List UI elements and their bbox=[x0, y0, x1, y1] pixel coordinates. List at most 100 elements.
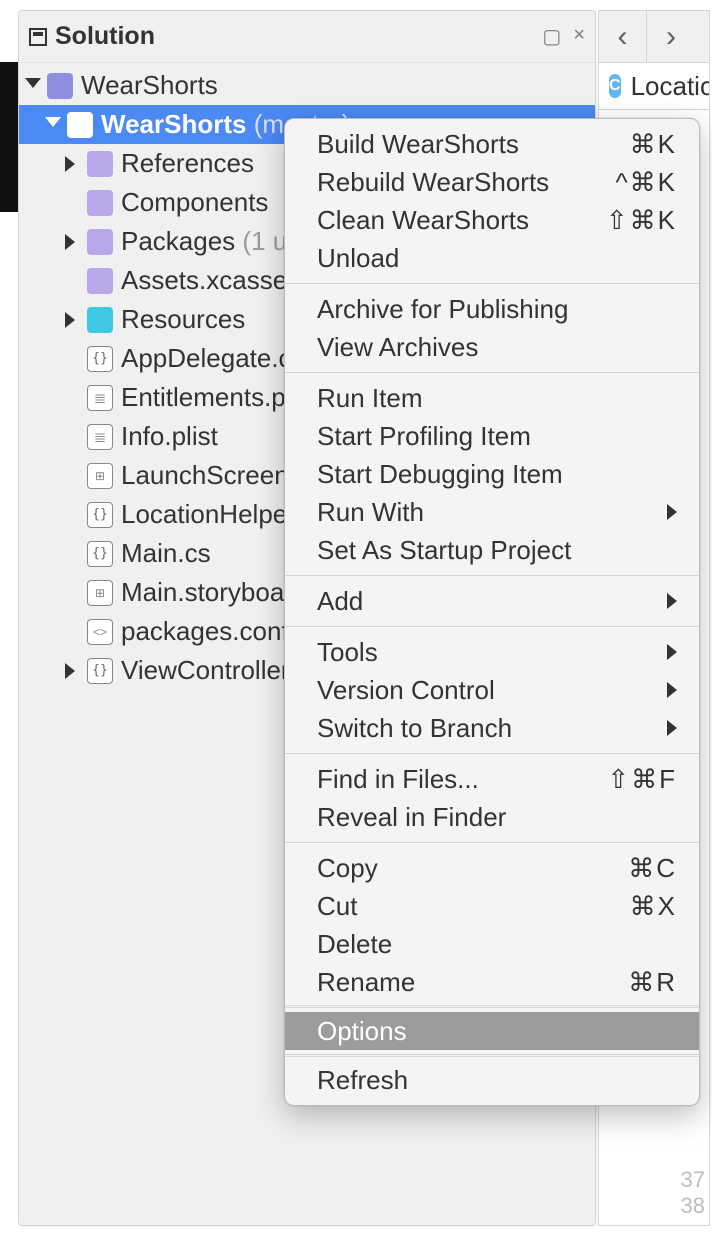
tree-item-label: Assets.xcassets bbox=[121, 265, 307, 296]
menu-item-find-in-files[interactable]: Find in Files...⇧⌘F bbox=[285, 760, 699, 798]
menu-item-cut[interactable]: Cut⌘X bbox=[285, 887, 699, 925]
menu-item-label: Add bbox=[317, 586, 657, 617]
plist-file-icon: ≣ bbox=[87, 385, 113, 411]
menu-item-add[interactable]: Add bbox=[285, 582, 699, 620]
menu-item-copy[interactable]: Copy⌘C bbox=[285, 849, 699, 887]
menu-item-view-archives[interactable]: View Archives bbox=[285, 328, 699, 366]
solution-icon bbox=[47, 73, 73, 99]
chevron-right-icon[interactable] bbox=[65, 234, 81, 250]
menu-item-reveal-in-finder[interactable]: Reveal in Finder bbox=[285, 798, 699, 836]
tree-item-label: References bbox=[121, 148, 254, 179]
menu-item-label: Version Control bbox=[317, 675, 657, 706]
menu-item-shortcut: ⌘X bbox=[630, 891, 677, 922]
panel-title: Solution bbox=[55, 22, 542, 51]
chevron-down-icon[interactable] bbox=[25, 78, 41, 94]
menu-item-shortcut: ⇧⌘K bbox=[606, 205, 677, 236]
folder-icon bbox=[87, 307, 113, 333]
menu-item-set-as-startup-project[interactable]: Set As Startup Project bbox=[285, 531, 699, 569]
menu-item-start-profiling-item[interactable]: Start Profiling Item bbox=[285, 417, 699, 455]
restore-icon[interactable]: ▢ bbox=[542, 24, 561, 49]
chevron-down-icon[interactable] bbox=[45, 117, 61, 133]
project-icon bbox=[67, 112, 93, 138]
menu-item-build-wearshorts[interactable]: Build WearShorts⌘K bbox=[285, 125, 699, 163]
menu-separator bbox=[285, 626, 699, 627]
tree-item-label: AppDelegate.cs bbox=[121, 343, 305, 374]
chevron-right-icon[interactable] bbox=[65, 663, 81, 679]
editor-breadcrumb[interactable]: C LocationHelper bbox=[598, 62, 710, 110]
menu-separator bbox=[285, 372, 699, 373]
menu-item-shortcut: ⌘K bbox=[630, 129, 677, 160]
chevron-right-icon bbox=[667, 682, 677, 698]
project-context-menu: Build WearShorts⌘KRebuild WearShorts^⌘KC… bbox=[284, 118, 700, 1106]
menu-item-label: Options bbox=[317, 1016, 677, 1047]
menu-item-label: Run Item bbox=[317, 383, 677, 414]
menu-separator bbox=[285, 753, 699, 754]
csharp-file-icon bbox=[87, 346, 113, 372]
storyboard-file-icon: ⊞ bbox=[87, 463, 113, 489]
config-file-icon: <> bbox=[87, 619, 113, 645]
editor-dark-strip bbox=[0, 62, 18, 212]
menu-item-label: Cut bbox=[317, 891, 630, 922]
menu-item-delete[interactable]: Delete bbox=[285, 925, 699, 963]
menu-item-start-debugging-item[interactable]: Start Debugging Item bbox=[285, 455, 699, 493]
menu-item-refresh[interactable]: Refresh bbox=[285, 1061, 699, 1099]
menu-item-shortcut: ⌘R bbox=[628, 967, 677, 998]
plist-file-icon: ≣ bbox=[87, 424, 113, 450]
chevron-right-icon bbox=[667, 720, 677, 736]
menu-separator bbox=[285, 1005, 699, 1008]
menu-item-clean-wearshorts[interactable]: Clean WearShorts⇧⌘K bbox=[285, 201, 699, 239]
menu-item-label: Reveal in Finder bbox=[317, 802, 677, 833]
folder-icon bbox=[87, 190, 113, 216]
line-number: 37 bbox=[681, 1167, 705, 1193]
menu-item-label: Run With bbox=[317, 497, 657, 528]
panel-icon bbox=[29, 28, 47, 46]
menu-item-run-item[interactable]: Run Item bbox=[285, 379, 699, 417]
breadcrumb-label: LocationHelper bbox=[631, 71, 710, 102]
menu-item-label: Start Profiling Item bbox=[317, 421, 677, 452]
tree-item-label: Components bbox=[121, 187, 268, 218]
chevron-right-icon bbox=[667, 644, 677, 660]
menu-item-archive-for-publishing[interactable]: Archive for Publishing bbox=[285, 290, 699, 328]
chevron-right-icon bbox=[667, 504, 677, 520]
menu-item-rename[interactable]: Rename⌘R bbox=[285, 963, 699, 1001]
menu-item-version-control[interactable]: Version Control bbox=[285, 671, 699, 709]
menu-item-label: Delete bbox=[317, 929, 677, 960]
menu-item-options[interactable]: Options bbox=[285, 1012, 699, 1050]
csharp-file-icon bbox=[87, 502, 113, 528]
menu-item-label: Archive for Publishing bbox=[317, 294, 677, 325]
nav-forward-button[interactable]: › bbox=[647, 11, 695, 62]
menu-item-shortcut: ^⌘K bbox=[615, 167, 677, 198]
tree-item-label: Main.storyboard bbox=[121, 577, 307, 608]
menu-item-label: Tools bbox=[317, 637, 657, 668]
menu-item-run-with[interactable]: Run With bbox=[285, 493, 699, 531]
nav-back-button[interactable]: ‹ bbox=[599, 11, 647, 62]
chevron-right-icon[interactable] bbox=[65, 156, 81, 172]
menu-item-label: Copy bbox=[317, 853, 628, 884]
menu-item-label: Unload bbox=[317, 243, 677, 274]
editor-nav: ‹ › bbox=[598, 10, 710, 62]
chevron-right-icon bbox=[667, 593, 677, 609]
tree-solution-root[interactable]: WearShorts bbox=[19, 66, 595, 105]
menu-item-unload[interactable]: Unload bbox=[285, 239, 699, 277]
folder-icon bbox=[87, 151, 113, 177]
tree-item-label: Resources bbox=[121, 304, 245, 335]
chevron-right-icon[interactable] bbox=[65, 312, 81, 328]
menu-item-shortcut: ⌘C bbox=[628, 853, 677, 884]
menu-item-label: Start Debugging Item bbox=[317, 459, 677, 490]
close-icon[interactable]: × bbox=[573, 24, 585, 49]
menu-separator bbox=[285, 283, 699, 284]
csharp-file-icon bbox=[87, 658, 113, 684]
menu-item-switch-to-branch[interactable]: Switch to Branch bbox=[285, 709, 699, 747]
panel-header: Solution ▢ × bbox=[19, 11, 595, 63]
menu-item-shortcut: ⇧⌘F bbox=[607, 764, 677, 795]
menu-item-rebuild-wearshorts[interactable]: Rebuild WearShorts^⌘K bbox=[285, 163, 699, 201]
menu-item-label: Refresh bbox=[317, 1065, 677, 1096]
tree-item-label: packages.config bbox=[121, 616, 309, 647]
folder-icon bbox=[87, 268, 113, 294]
menu-item-label: Set As Startup Project bbox=[317, 535, 677, 566]
menu-item-tools[interactable]: Tools bbox=[285, 633, 699, 671]
menu-item-label: View Archives bbox=[317, 332, 677, 363]
menu-item-label: Clean WearShorts bbox=[317, 205, 606, 236]
menu-item-label: Find in Files... bbox=[317, 764, 607, 795]
folder-icon bbox=[87, 229, 113, 255]
